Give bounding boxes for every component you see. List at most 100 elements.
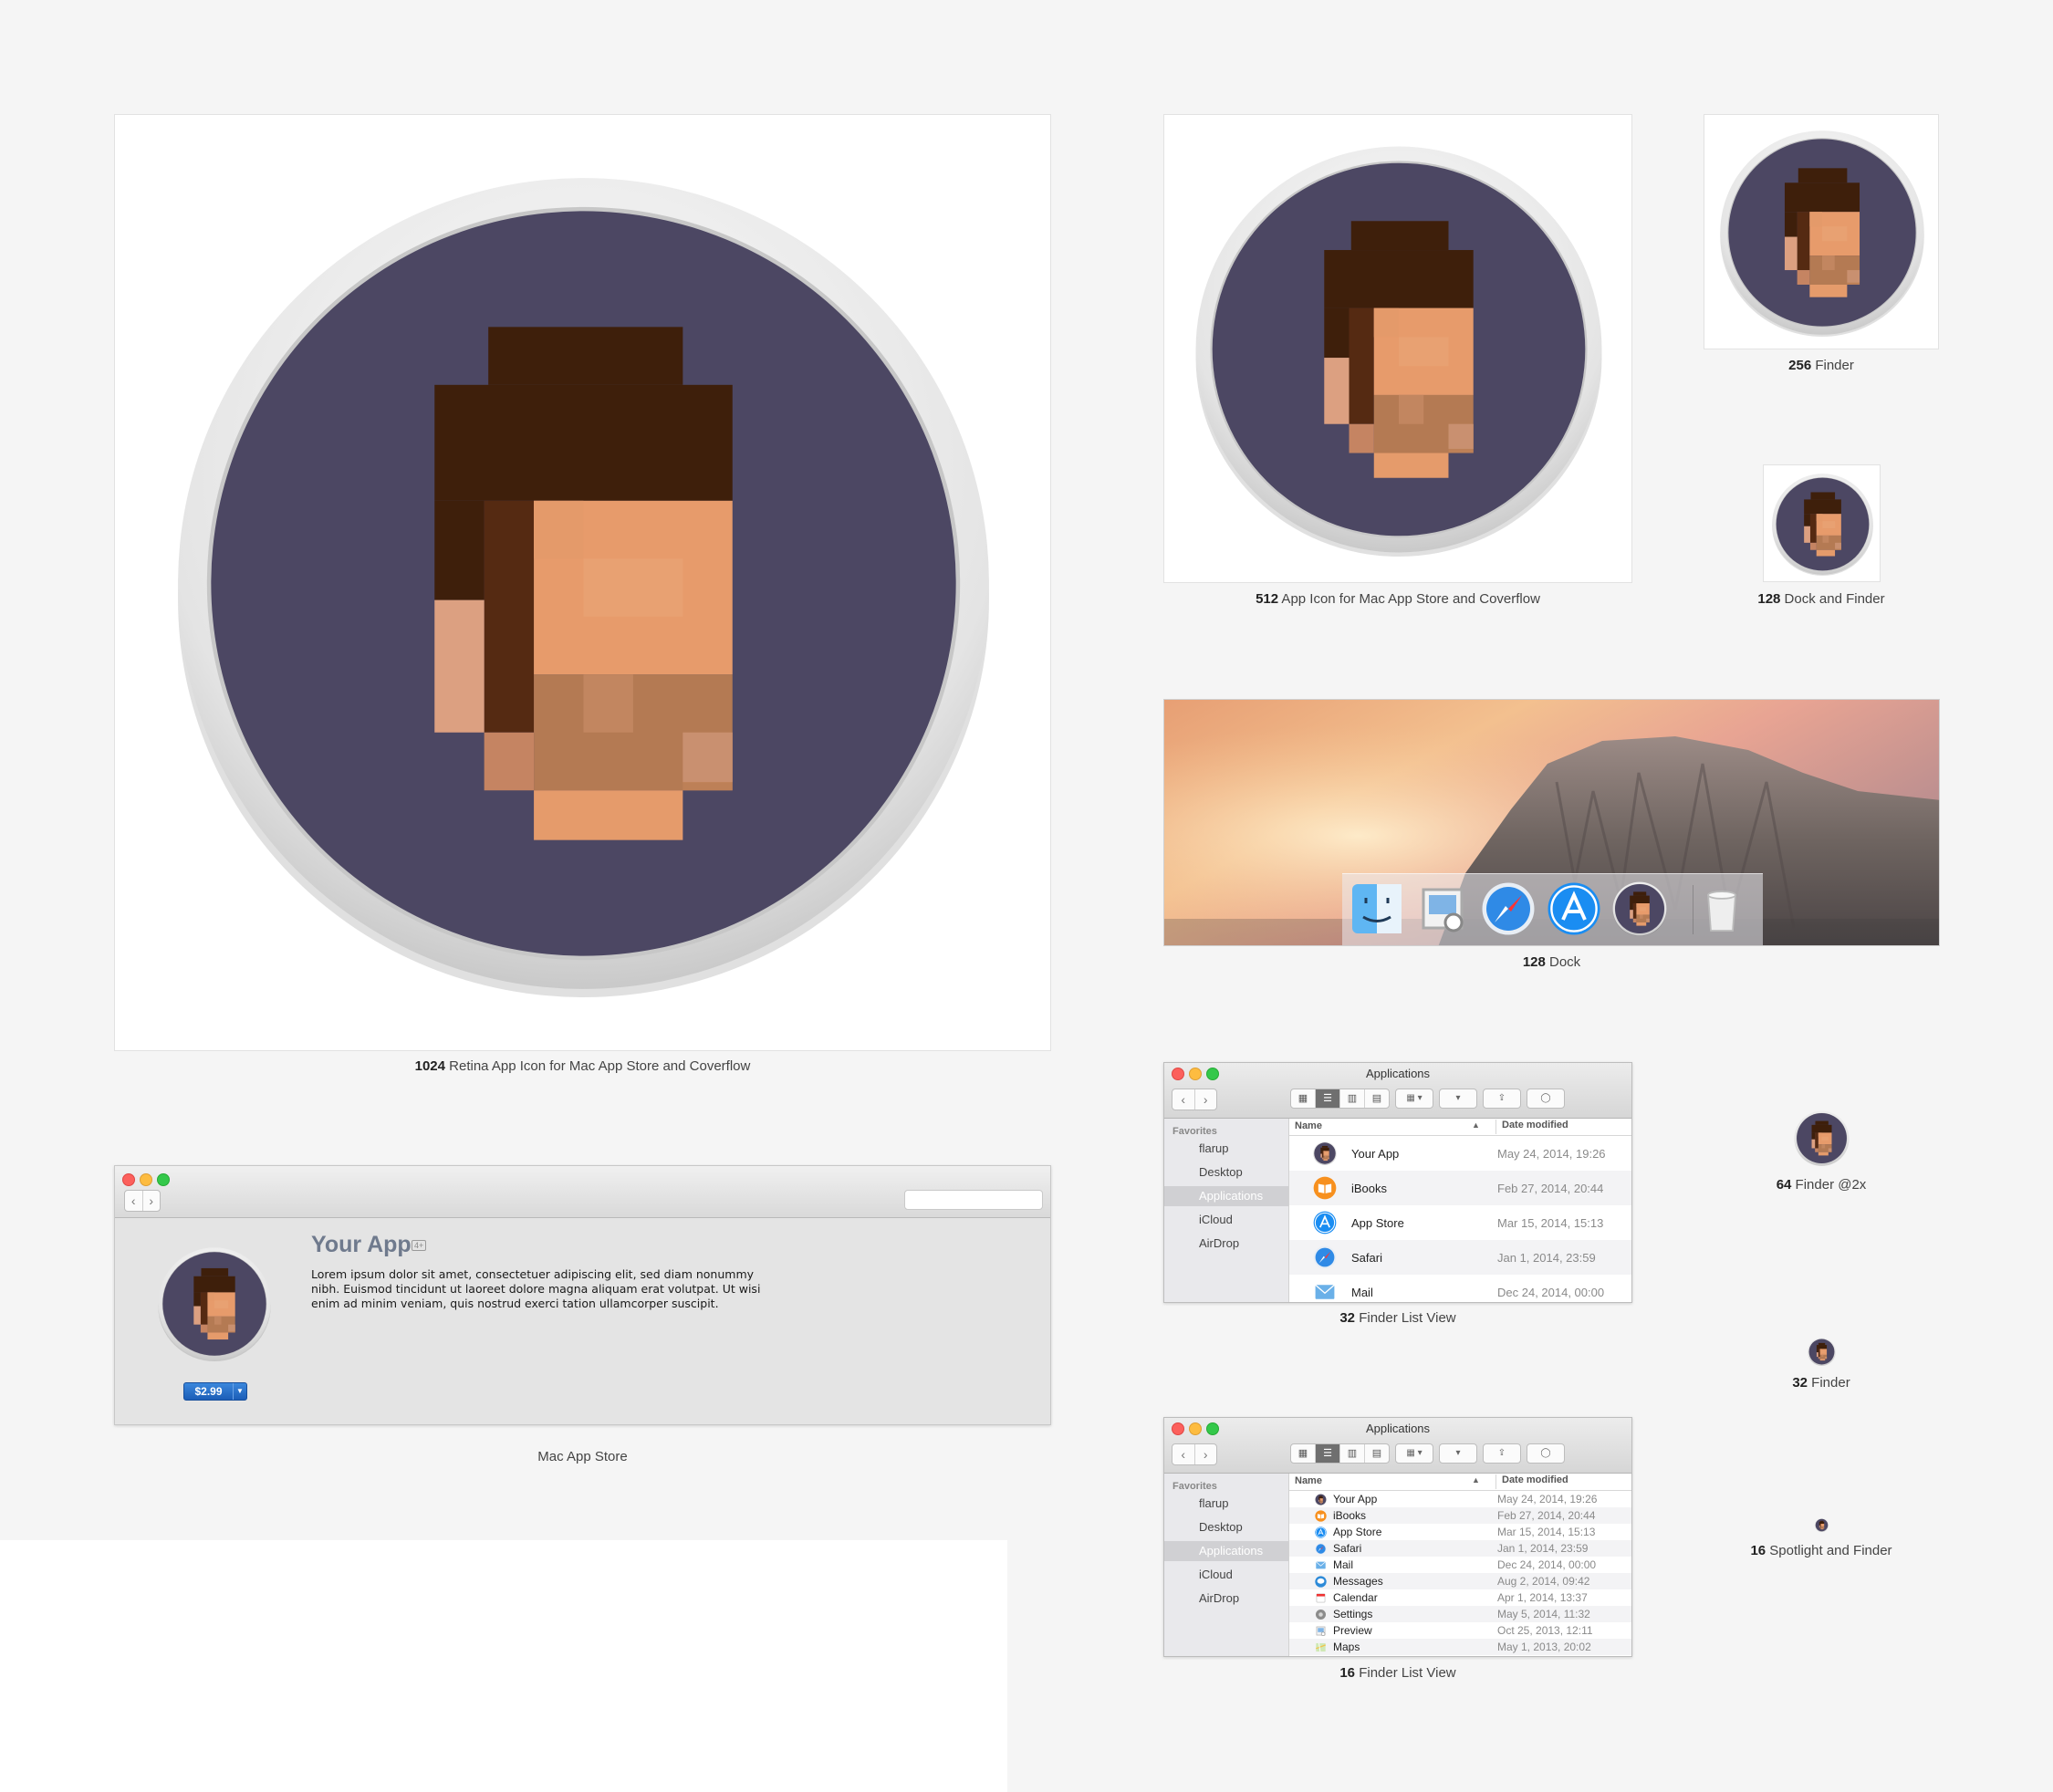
list-item[interactable]: Maps May 1, 2013, 20:02 [1289,1639,1631,1655]
minimize-button[interactable] [140,1173,152,1186]
action-button[interactable]: ▾ [1439,1089,1477,1109]
sidebar-item-airdrop[interactable]: AirDrop [1164,1589,1288,1609]
coverflow-view-button[interactable]: ▤ [1365,1444,1389,1463]
caption-256: 256 Finder [1788,358,1854,373]
maps-icon [1315,1641,1327,1653]
app-icon-32 [1808,1338,1836,1366]
chevron-down-icon[interactable]: ▼ [233,1383,246,1400]
forward-button[interactable]: › [1193,1089,1217,1110]
ibooks-icon [1315,1509,1327,1522]
close-button[interactable] [122,1173,135,1186]
dock-item-trash-icon[interactable] [1694,881,1749,936]
messages-icon [1315,1575,1327,1588]
title-bar: ‹ › [115,1166,1050,1218]
search-input[interactable] [904,1190,1043,1210]
dock-item-finder-icon[interactable] [1350,881,1404,936]
list-item[interactable]: Your App May 24, 2014, 19:26 [1289,1491,1631,1507]
list-header: Name ▲ Date modified [1289,1474,1631,1491]
window-title: Applications [1365,1067,1431,1080]
coverflow-view-button[interactable]: ▤ [1365,1089,1389,1108]
column-date-header[interactable]: Date modified [1495,1474,1568,1489]
sidebar-item-desktop[interactable]: Desktop [1164,1517,1288,1537]
item-date: Dec 24, 2014, 00:00 [1497,1558,1597,1571]
item-name: Safari [1333,1541,1362,1555]
item-name: iBooks [1351,1181,1388,1195]
caption-32-list: 32 Finder List View [1339,1310,1456,1326]
column-name-header[interactable]: Name [1295,1475,1322,1486]
icon-view-button[interactable]: ▦ [1291,1089,1316,1108]
dock-item-your-app-icon[interactable] [1612,881,1667,936]
sidebar-item-airdrop[interactable]: AirDrop [1164,1234,1288,1254]
list-item[interactable]: Calendar Apr 1, 2014, 13:37 [1289,1589,1631,1606]
sidebar-item-applications[interactable]: Applications [1164,1541,1288,1561]
dock-item-preview-icon[interactable] [1415,881,1470,936]
item-name: iBooks [1333,1508,1367,1522]
item-name: Settings [1333,1607,1373,1620]
list-item[interactable]: iBooks Feb 27, 2014, 20:44 [1289,1507,1631,1524]
settings-icon [1315,1609,1327,1620]
column-date-header[interactable]: Date modified [1495,1120,1568,1134]
app-store-icon [1315,1526,1327,1538]
list-item[interactable]: Your App May 24, 2014, 19:26 [1289,1136,1631,1171]
list-item[interactable]: Settings May 5, 2014, 11:32 [1289,1606,1631,1622]
item-name: App Store [1351,1215,1404,1230]
sidebar-item-flarup[interactable]: flarup [1164,1139,1288,1159]
sidebar-item-applications[interactable]: Applications [1164,1186,1288,1206]
price-label: $2.99 [194,1385,223,1398]
sort-ascending-icon: ▲ [1472,1120,1480,1130]
share-button[interactable]: ⇪ [1483,1089,1521,1109]
back-button[interactable]: ‹ [125,1191,142,1211]
column-view-button[interactable]: ▥ [1340,1089,1365,1108]
list-view-button[interactable]: ☰ [1316,1089,1340,1108]
sidebar: Favorites flarup Desktop Applications iCloud… [1164,1474,1289,1656]
sidebar-item-desktop[interactable]: Desktop [1164,1162,1288,1183]
tag-button[interactable]: ◯ [1527,1089,1565,1109]
back-button[interactable]: ‹ [1172,1089,1194,1110]
sidebar-item-icloud[interactable]: iCloud [1164,1210,1288,1230]
list-view-button[interactable]: ☰ [1316,1444,1340,1463]
list-item[interactable]: Mail Dec 24, 2014, 00:00 [1289,1275,1631,1302]
app-icon-1024 [170,170,997,997]
arrange-button[interactable]: ▦ ▾ [1395,1443,1433,1464]
your-app-icon [1315,1493,1327,1505]
item-date: Aug 2, 2014, 09:42 [1497,1574,1590,1588]
price-button[interactable]: $2.99 ▼ [183,1382,247,1401]
icon-view-button[interactable]: ▦ [1291,1444,1316,1463]
action-button[interactable]: ▾ [1439,1443,1477,1464]
sort-ascending-icon: ▲ [1472,1475,1480,1485]
item-date: Oct 25, 2013, 12:11 [1497,1623,1593,1637]
preview-icon [1315,1625,1327,1637]
zoom-button[interactable] [157,1173,170,1186]
item-date: Jan 1, 2014, 23:59 [1497,1250,1596,1265]
file-list: Name ▲ Date modified Your App May 24, 201… [1289,1474,1631,1656]
sidebar-item-flarup[interactable]: flarup [1164,1494,1288,1514]
list-item[interactable]: iBooks Feb 27, 2014, 20:44 [1289,1171,1631,1205]
back-button[interactable]: ‹ [1172,1444,1194,1464]
toolbar: ▦ ☰ ▥ ▤ ▦ ▾ ▾ ⇪ ◯ [1290,1089,1565,1109]
list-item[interactable]: App Store Mar 15, 2014, 15:13 [1289,1205,1631,1240]
item-date: Mar 15, 2014, 15:13 [1497,1525,1596,1538]
list-item[interactable]: Safari Jan 1, 2014, 23:59 [1289,1540,1631,1557]
dock-item-safari-icon[interactable] [1481,881,1536,936]
item-date: Dec 24, 2014, 00:00 [1497,1285,1605,1299]
list-item[interactable]: App Store Mar 15, 2014, 15:13 [1289,1524,1631,1540]
calendar-icon [1315,1592,1327,1604]
forward-button[interactable]: › [1193,1444,1217,1464]
column-view-button[interactable]: ▥ [1340,1444,1365,1463]
file-list: Name ▲ Date modified Your App May 24, 201… [1289,1119,1631,1302]
title-bar: Applications ‹ › ▦ ☰ ▥ ▤ ▦ ▾ ▾ ⇪ ◯ [1164,1063,1631,1119]
tag-button[interactable]: ◯ [1527,1443,1565,1464]
list-item[interactable]: Preview Oct 25, 2013, 12:11 [1289,1622,1631,1639]
arrange-button[interactable]: ▦ ▾ [1395,1089,1433,1109]
forward-button[interactable]: › [141,1191,161,1211]
share-button[interactable]: ⇪ [1483,1443,1521,1464]
list-item[interactable]: Mail Dec 24, 2014, 00:00 [1289,1557,1631,1573]
list-item[interactable]: Messages Aug 2, 2014, 09:42 [1289,1573,1631,1589]
dock-item-app-store-icon[interactable] [1547,881,1601,936]
mac-app-store-window: ‹ › Your App 4+ Lorem ipsum dolor sit am… [114,1165,1051,1425]
item-date: Apr 1, 2014, 13:37 [1497,1590,1588,1604]
back-forward-buttons: ‹ › [1172,1443,1217,1465]
column-name-header[interactable]: Name [1295,1120,1322,1131]
list-item[interactable]: Safari Jan 1, 2014, 23:59 [1289,1240,1631,1275]
sidebar-item-icloud[interactable]: iCloud [1164,1565,1288,1585]
